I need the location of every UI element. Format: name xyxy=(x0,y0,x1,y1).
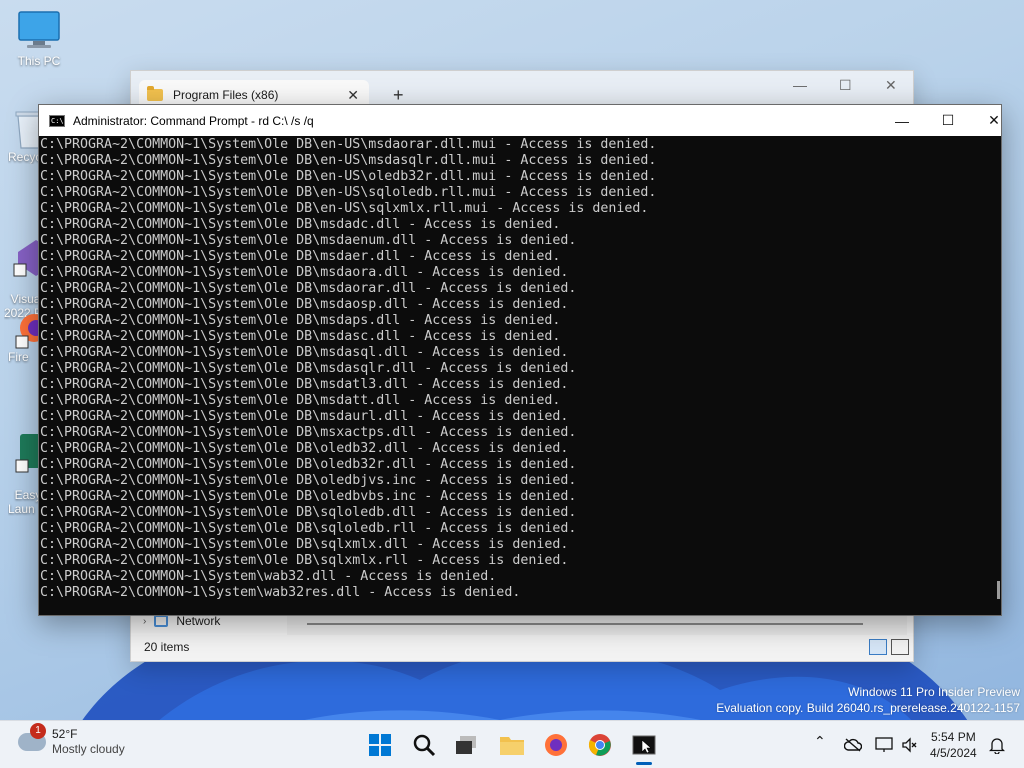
weather-widget[interactable]: 1 52°F Mostly cloudy xyxy=(18,723,125,757)
desktop-icon-label: Recyc xyxy=(8,150,42,164)
task-view-button[interactable] xyxy=(450,729,482,761)
console-line: C:\PROGRA~2\COMMON~1\System\Ole DB\oledb… xyxy=(40,441,569,456)
console-line: C:\PROGRA~2\COMMON~1\System\Ole DB\sqlol… xyxy=(40,505,577,520)
console-line: C:\PROGRA~2\COMMON~1\System\Ole DB\msdad… xyxy=(40,217,561,232)
terminal-app[interactable] xyxy=(628,729,660,765)
terminal-icon xyxy=(632,735,656,755)
monitor-icon xyxy=(18,11,60,48)
watermark-edition: Windows 11 Pro Insider Preview xyxy=(848,685,1020,699)
command-prompt-icon: C:\ xyxy=(49,114,65,127)
console-line: C:\PROGRA~2\COMMON~1\System\Ole DB\sqlol… xyxy=(40,521,577,536)
notification-bell-icon[interactable] xyxy=(989,736,1005,754)
console-line: C:\PROGRA~2\COMMON~1\System\Ole DB\msdap… xyxy=(40,313,561,328)
explorer-close-button[interactable]: ✕ xyxy=(885,77,897,94)
console-line: C:\PROGRA~2\COMMON~1\System\Ole DB\oledb… xyxy=(40,473,577,488)
weather-condition: Mostly cloudy xyxy=(52,742,125,756)
folder-icon xyxy=(147,86,163,101)
cloud-offline-icon[interactable] xyxy=(844,738,862,752)
desktop-icon-label: Easy Laun xyxy=(8,488,42,516)
start-button[interactable] xyxy=(364,729,396,761)
search-button[interactable] xyxy=(408,729,440,761)
console-maximize-button[interactable]: ☐ xyxy=(925,105,971,136)
console-line: C:\PROGRA~2\COMMON~1\System\Ole DB\msdat… xyxy=(40,393,561,408)
console-title: Administrator: Command Prompt - rd C:\ /… xyxy=(73,113,314,128)
network-icon xyxy=(154,615,169,627)
desktop-icon-label: This PC xyxy=(17,54,61,68)
scrollbar-thumb[interactable] xyxy=(307,623,863,625)
console-line: C:\PROGRA~2\COMMON~1\System\Ole DB\msdao… xyxy=(40,297,569,312)
console-line: C:\PROGRA~2\COMMON~1\System\Ole DB\msdat… xyxy=(40,377,569,392)
cloud-icon: 1 xyxy=(18,723,46,751)
console-line: C:\PROGRA~2\COMMON~1\System\Ole DB\msdao… xyxy=(40,281,577,296)
console-line: C:\PROGRA~2\COMMON~1\System\Ole DB\oledb… xyxy=(40,457,577,472)
console-line: C:\PROGRA~2\COMMON~1\System\Ole DB\sqlxm… xyxy=(40,537,569,552)
console-scrollbar[interactable] xyxy=(997,136,1001,615)
clock-date: 4/5/2024 xyxy=(930,746,977,760)
details-view-button[interactable] xyxy=(869,639,887,655)
tab-close-button[interactable]: ✕ xyxy=(347,87,359,104)
file-explorer-app[interactable] xyxy=(496,729,528,761)
chevron-up-icon[interactable]: ⌃ xyxy=(814,733,826,750)
firefox-app[interactable] xyxy=(540,729,572,761)
console-minimize-button[interactable]: — xyxy=(879,105,925,136)
folder-icon xyxy=(500,737,524,755)
console-line: C:\PROGRA~2\COMMON~1\System\Ole DB\msdau… xyxy=(40,409,569,424)
notification-badge: 1 xyxy=(30,723,46,739)
network-status-icon[interactable] xyxy=(875,737,893,753)
console-line: C:\PROGRA~2\COMMON~1\System\Ole DB\msdao… xyxy=(40,265,569,280)
console-title-bar[interactable]: C:\ Administrator: Command Prompt - rd C… xyxy=(39,105,1001,136)
console-scrollbar-thumb[interactable] xyxy=(997,581,1000,599)
console-close-button[interactable]: ✕ xyxy=(971,105,1017,136)
clock-time: 5:54 PM xyxy=(931,730,976,744)
desktop-icon-label: Fire xyxy=(8,350,29,364)
console-line: C:\PROGRA~2\COMMON~1\System\Ole DB\en-US… xyxy=(40,153,657,168)
evaluation-watermark: Windows 11 Pro Insider Preview Evaluatio… xyxy=(716,684,1020,716)
nav-item-label: Network xyxy=(176,614,221,628)
console-line: C:\PROGRA~2\COMMON~1\System\Ole DB\msdas… xyxy=(40,361,577,376)
chrome-app[interactable] xyxy=(584,729,616,761)
console-line: C:\PROGRA~2\COMMON~1\System\Ole DB\msdae… xyxy=(40,233,577,248)
desktop-icon-this-pc[interactable]: This PC xyxy=(7,10,71,68)
console-line: C:\PROGRA~2\COMMON~1\System\Ole DB\msdas… xyxy=(40,345,569,360)
command-prompt-window[interactable]: C:\ Administrator: Command Prompt - rd C… xyxy=(38,104,1002,616)
console-line: C:\PROGRA~2\COMMON~1\System\Ole DB\msxac… xyxy=(40,425,577,440)
watermark-build: Evaluation copy. Build 26040.rs_prerelea… xyxy=(716,701,1020,715)
explorer-minimize-button[interactable]: — xyxy=(793,77,807,93)
explorer-tab-title: Program Files (x86) xyxy=(173,88,279,102)
console-line: C:\PROGRA~2\COMMON~1\System\wab32.dll - … xyxy=(40,569,497,584)
taskbar: 1 52°F Mostly cloudy ⌃ 5:54 PM 4/5/2024 xyxy=(0,720,1024,768)
console-line: C:\PROGRA~2\COMMON~1\System\Ole DB\msdae… xyxy=(40,249,561,264)
windows-logo-icon xyxy=(369,734,391,756)
console-line: C:\PROGRA~2\COMMON~1\System\Ole DB\oledb… xyxy=(40,489,577,504)
console-line: C:\PROGRA~2\COMMON~1\System\Ole DB\en-US… xyxy=(40,201,649,216)
console-line: C:\PROGRA~2\COMMON~1\System\Ole DB\msdas… xyxy=(40,329,561,344)
console-line: C:\PROGRA~2\COMMON~1\System\Ole DB\en-US… xyxy=(40,185,657,200)
firefox-icon xyxy=(545,734,567,756)
console-line: C:\PROGRA~2\COMMON~1\System\Ole DB\sqlxm… xyxy=(40,553,569,568)
new-tab-button[interactable]: + xyxy=(393,85,404,106)
system-clock[interactable]: 5:54 PM 4/5/2024 xyxy=(930,729,977,761)
explorer-maximize-button[interactable]: ☐ xyxy=(839,77,852,94)
console-output[interactable]: C:\PROGRA~2\COMMON~1\System\Ole DB\en-US… xyxy=(39,136,999,615)
status-bar: 20 items xyxy=(131,633,913,661)
console-line: C:\PROGRA~2\COMMON~1\System\wab32res.dll… xyxy=(40,585,521,600)
console-line: C:\PROGRA~2\COMMON~1\System\Ole DB\en-US… xyxy=(40,169,657,184)
console-line: C:\PROGRA~2\COMMON~1\System\Ole DB\en-US… xyxy=(40,137,657,152)
chevron-right-icon: › xyxy=(143,615,147,627)
volume-muted-icon[interactable] xyxy=(901,737,917,753)
search-icon xyxy=(413,734,436,757)
item-count: 20 items xyxy=(144,640,190,654)
chrome-icon xyxy=(588,734,611,756)
task-view-icon xyxy=(456,736,476,754)
tiles-view-button[interactable] xyxy=(891,639,909,655)
weather-temp: 52°F xyxy=(52,727,78,741)
